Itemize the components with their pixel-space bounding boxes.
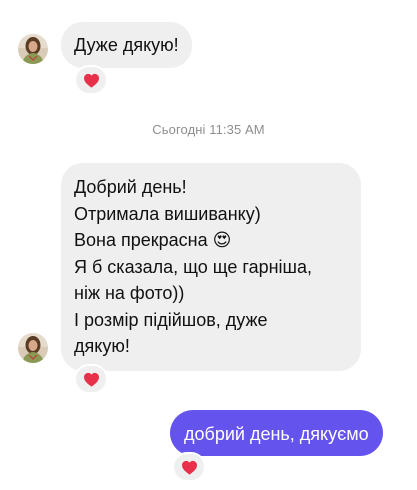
chat-thread: Дуже дякую! Сьогодні 11:35 AM Добрий ден…	[0, 0, 417, 490]
message-bubble-incoming[interactable]: Дуже дякую!	[61, 22, 192, 68]
message-bubble-incoming[interactable]: Добрий день! Отримала вишиванку) Вона пр…	[61, 163, 361, 371]
message-text: Я б сказала, що ще гарніша,	[74, 256, 312, 277]
heart-icon	[83, 73, 99, 88]
message-text: Дуже дякую!	[74, 35, 179, 55]
message-text: Добрий день!	[74, 177, 187, 197]
message-text: Отримала вишиванку)	[74, 203, 261, 224]
message-text: І розмір підійшов, дуже	[74, 309, 268, 330]
contact-avatar[interactable]	[18, 34, 48, 64]
contact-avatar[interactable]	[18, 333, 48, 363]
message-text: дякую!	[74, 336, 130, 356]
message-reaction[interactable]	[172, 452, 206, 482]
avatar-image	[18, 34, 48, 64]
message-reaction[interactable]	[74, 364, 108, 394]
heart-icon	[83, 372, 99, 387]
message-text: Вона прекрасна 😍	[74, 230, 232, 250]
message-text: добрий день, дякуємо	[184, 424, 369, 444]
message-reaction[interactable]	[74, 65, 108, 95]
heart-icon	[181, 460, 197, 475]
message-bubble-outgoing[interactable]: добрий день, дякуємо	[170, 410, 383, 456]
message-text: ніж на фото))	[74, 283, 185, 303]
date-separator: Сьогодні 11:35 AM	[152, 122, 265, 137]
avatar-image	[18, 333, 48, 363]
